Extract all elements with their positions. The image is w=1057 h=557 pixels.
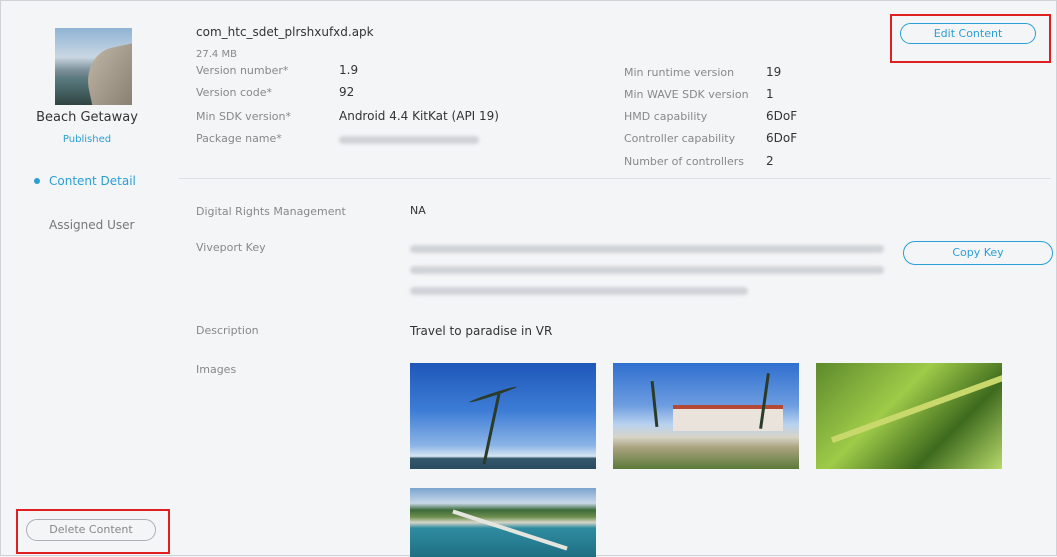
app-name: Beach Getaway bbox=[36, 110, 138, 125]
package-name-label: Package name* bbox=[196, 132, 282, 145]
version-code-label: Version code* bbox=[196, 86, 272, 99]
file-name: com_htc_sdet_plrshxufxd.apk bbox=[196, 25, 374, 39]
delete-content-button[interactable]: Delete Content bbox=[26, 519, 156, 541]
copy-key-button[interactable]: Copy Key bbox=[903, 241, 1053, 265]
content-detail-page: Beach Getaway Published Content Detail A… bbox=[0, 0, 1057, 557]
min-wave-sdk-label: Min WAVE SDK version bbox=[624, 88, 749, 101]
viveport-key-label: Viveport Key bbox=[196, 241, 266, 254]
drm-label: Digital Rights Management bbox=[196, 205, 346, 218]
version-code-value: 92 bbox=[339, 85, 355, 99]
app-thumbnail bbox=[55, 28, 132, 105]
image-beach-resort[interactable] bbox=[613, 363, 799, 469]
image-palm-leaf[interactable] bbox=[816, 363, 1002, 469]
section-divider bbox=[179, 178, 1051, 179]
drm-value: NA bbox=[410, 204, 426, 217]
controller-capability-label: Controller capability bbox=[624, 132, 736, 145]
min-wave-sdk-value: 1 bbox=[766, 87, 774, 101]
description-label: Description bbox=[196, 324, 259, 337]
number-of-controllers-value: 2 bbox=[766, 154, 774, 168]
min-sdk-value: Android 4.4 KitKat (API 19) bbox=[339, 109, 499, 123]
hmd-capability-value: 6DoF bbox=[766, 109, 798, 123]
version-number-label: Version number* bbox=[196, 64, 289, 77]
status-badge: Published bbox=[62, 134, 112, 145]
nav-assigned-user[interactable]: Assigned User bbox=[49, 218, 134, 232]
package-name-redacted bbox=[339, 136, 479, 144]
number-of-controllers-label: Number of controllers bbox=[624, 155, 744, 168]
nav-content-detail[interactable]: Content Detail bbox=[49, 174, 136, 188]
version-number-value: 1.9 bbox=[339, 63, 359, 77]
min-runtime-value: 19 bbox=[766, 65, 782, 79]
min-runtime-label: Min runtime version bbox=[624, 66, 735, 79]
active-dot-icon bbox=[34, 178, 40, 184]
description-value: Travel to paradise in VR bbox=[410, 324, 553, 338]
image-pier-view[interactable] bbox=[410, 488, 596, 557]
image-palm-sky[interactable] bbox=[410, 363, 596, 469]
images-label: Images bbox=[196, 363, 237, 376]
min-sdk-label: Min SDK version* bbox=[196, 110, 291, 123]
controller-capability-value: 6DoF bbox=[766, 131, 798, 145]
edit-content-button[interactable]: Edit Content bbox=[900, 23, 1036, 44]
hmd-capability-label: HMD capability bbox=[624, 110, 708, 123]
file-size: 27.4 MB bbox=[196, 49, 237, 60]
